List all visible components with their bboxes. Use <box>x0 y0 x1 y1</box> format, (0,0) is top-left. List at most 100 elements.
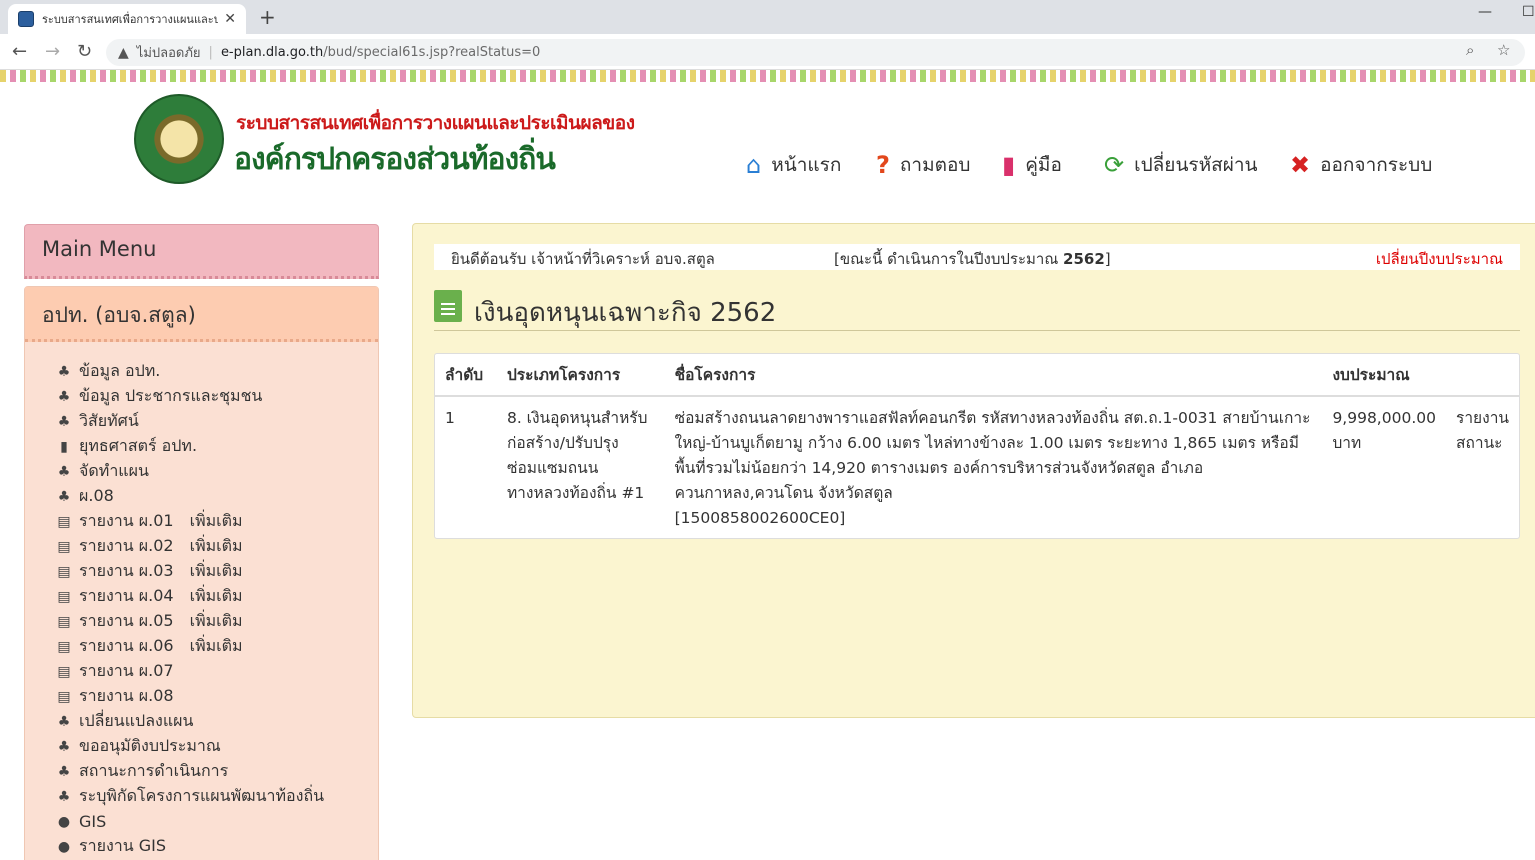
sidebar-item[interactable]: ▤ รายงาน ผ.02 เพิ่มเติม <box>53 534 378 559</box>
sidebar-item-label: รายงาน ผ.04 <box>79 586 174 605</box>
nav-manual[interactable]: ▮ คู่มือ <box>1002 150 1062 180</box>
sidebar-item[interactable]: ♣ ระบุพิกัดโครงการแผนพัฒนาท้องถิ่น <box>53 784 378 809</box>
sidebar-more-link[interactable]: เพิ่มเติม <box>190 634 243 659</box>
sidebar-item-label: ระบุพิกัดโครงการแผนพัฒนาท้องถิ่น <box>79 786 325 805</box>
welcome-text: ยินดีต้อนรับ เจ้าหน้าที่วิเคราะห์ อบจ.สต… <box>451 250 715 268</box>
site-favicon-icon <box>18 11 34 27</box>
tab-title: ระบบสารสนเทศเพื่อการวางแผนและประ <box>42 13 219 26</box>
url-domain: e-plan.dla.go.th <box>220 45 324 60</box>
sidebar-item[interactable]: ● GIS <box>53 809 378 834</box>
minimize-icon[interactable]: — <box>1478 4 1492 20</box>
sidebar-item[interactable]: ▤ รายงาน ผ.05 เพิ่มเติม <box>53 609 378 634</box>
sidebar-more-link[interactable]: เพิ่มเติม <box>190 559 243 584</box>
file-icon: ▤ <box>57 538 71 555</box>
reload-icon[interactable]: ↻ <box>77 41 92 62</box>
url-separator: | <box>208 45 213 60</box>
fiscal-year: 2562 <box>1063 250 1105 268</box>
sidebar-item-label: รายงาน ผ.02 <box>79 536 174 555</box>
main-menu-header[interactable]: Main Menu <box>24 224 379 279</box>
question-icon: ? <box>876 151 890 179</box>
sidebar-item[interactable]: ▤ รายงาน ผ.08 <box>53 684 378 709</box>
zoom-icon[interactable]: ⌕ <box>1466 41 1474 59</box>
sidebar-item[interactable]: ▤ รายงาน ผ.06 เพิ่มเติม <box>53 634 378 659</box>
nav-change-password[interactable]: ⟳ เปลี่ยนรหัสผ่าน <box>1104 150 1258 180</box>
new-tab-button[interactable]: + <box>259 5 276 29</box>
sidebar-item[interactable]: ♣ ขออนุมัติงบประมาณ <box>53 734 378 759</box>
org-menu-title[interactable]: อปท. (อบจ.สตูล) <box>25 287 378 342</box>
cell-type: 8. เงินอุดหนุนสำหรับก่อสร้าง/ปรับปรุง ซ่… <box>506 409 648 502</box>
sidebar-item-label: ยุทธศาสตร์ อปท. <box>79 436 198 455</box>
file-icon: ▤ <box>57 638 71 655</box>
sidebar-item[interactable]: ♣ วิสัยทัศน์ <box>53 409 378 434</box>
sidebar-item[interactable]: ♣ เปลี่ยนแปลงแผน <box>53 709 378 734</box>
refresh-icon: ⟳ <box>1104 151 1125 179</box>
nav-faq[interactable]: ? ถามตอบ <box>876 150 970 180</box>
col-header-type: ประเภทโครงการ <box>496 354 665 397</box>
sitemap-icon: ♣ <box>57 363 71 380</box>
fiscal-year-text: [ขณะนี้ ดำเนินการในปีงบประมาณ 2562] <box>834 250 1111 268</box>
sitemap-icon: ♣ <box>57 488 71 505</box>
sidebar-item-label: เปลี่ยนแปลงแผน <box>79 711 194 730</box>
sidebar-item[interactable]: ♣ ข้อมูล อปท. <box>53 359 378 384</box>
sidebar-item[interactable]: ▤ รายงาน ผ.07 <box>53 659 378 684</box>
sidebar-item[interactable]: ▤ รายงาน ผ.01 เพิ่มเติม <box>53 509 378 534</box>
sidebar-more-link[interactable]: เพิ่มเติม <box>190 534 243 559</box>
back-icon[interactable]: ← <box>12 41 27 62</box>
forward-icon[interactable]: → <box>45 41 60 62</box>
url-field[interactable]: ▲ ไม่ปลอดภัย | e-plan.dla.go.th /bud/spe… <box>106 39 1525 66</box>
sidebar-item-label: รายงาน ผ.01 <box>79 511 174 530</box>
security-label[interactable]: ไม่ปลอดภัย <box>137 42 201 63</box>
warning-icon[interactable]: ▲ <box>118 45 129 61</box>
site-title-line1: ระบบสารสนเทศเพื่อการวางแผนและประเมินผลขอ… <box>236 112 635 134</box>
site-title-line2: องค์กรปกครองส่วนท้องถิ่น <box>234 142 556 177</box>
sidebar-more-link[interactable]: เพิ่มเติม <box>190 609 243 634</box>
file-icon: ▤ <box>57 663 71 680</box>
dla-logo <box>134 94 224 184</box>
address-bar: ← → ↻ ▲ ไม่ปลอดภัย | e-plan.dla.go.th /b… <box>0 34 1535 70</box>
sidebar-item-label: รายงาน ผ.08 <box>79 686 174 705</box>
close-icon: ✖ <box>1290 151 1311 179</box>
sitemap-icon: ♣ <box>57 463 71 480</box>
status-report-link[interactable]: รายงานสถานะ <box>1446 396 1519 540</box>
project-code: [1500858002600CE0] <box>674 509 846 527</box>
file-icon: ▤ <box>57 588 71 605</box>
sidebar-more-link[interactable]: เพิ่มเติม <box>190 584 243 609</box>
maximize-icon[interactable]: ☐ <box>1522 4 1535 20</box>
sidebar-item-label: จัดทำแผน <box>79 461 149 480</box>
sidebar-item-label: GIS <box>79 812 107 831</box>
sidebar-item[interactable]: ♣ ข้อมูล ประชากรและชุมชน <box>53 384 378 409</box>
file-icon: ▤ <box>57 613 71 630</box>
sidebar-item[interactable]: ▤ รายงาน ผ.04 เพิ่มเติม <box>53 584 378 609</box>
browser-tab[interactable]: ระบบสารสนเทศเพื่อการวางแผนและประ ✕ <box>8 4 246 34</box>
sitemap-icon: ♣ <box>57 713 71 730</box>
change-year-link[interactable]: เปลี่ยนปีงบประมาณ <box>1376 247 1503 271</box>
org-menu-panel: อปท. (อบจ.สตูล) ♣ ข้อมูล อปท. ♣ ข้อมูล ประช… <box>24 286 379 860</box>
sidebar-item[interactable]: ♣ จัดทำแผน <box>53 459 378 484</box>
sidebar-item-label: ขออนุมัติงบประมาณ <box>79 736 221 755</box>
sidebar-more-link[interactable]: เพิ่มเติม <box>190 509 243 534</box>
project-table: ลำดับ ประเภทโครงการ ชื่อโครงการ งบประมาณ… <box>435 354 1519 540</box>
project-name: ซ่อมสร้างถนนลาดยางพาราแอสฟัลท์คอนกรีต รห… <box>674 409 1311 502</box>
sidebar-item[interactable]: ♣ ผ.08 <box>53 484 378 509</box>
sidebar-item[interactable]: ● รายงาน GIS <box>53 834 378 859</box>
book-icon: ▮ <box>1002 151 1016 179</box>
col-header-action <box>1446 354 1519 397</box>
document-icon <box>434 290 462 322</box>
cell-name: ซ่อมสร้างถนนลาดยางพาราแอสฟัลท์คอนกรีต รห… <box>665 396 1323 540</box>
nav-home[interactable]: ⌂ หน้าแรก <box>746 150 841 180</box>
tab-close-icon[interactable]: ✕ <box>224 11 236 27</box>
file-icon: ▤ <box>57 513 71 530</box>
bookmark-star-icon[interactable]: ☆ <box>1497 41 1510 59</box>
sidebar-item[interactable]: ▤ รายงาน ผ.03 เพิ่มเติม <box>53 559 378 584</box>
decorative-strip <box>0 70 1535 82</box>
bookmark-icon: ▮ <box>60 438 68 455</box>
nav-change-password-label: เปลี่ยนรหัสผ่าน <box>1134 154 1258 176</box>
sidebar-item-label: รายงาน ผ.05 <box>79 611 174 630</box>
sidebar-item[interactable]: ♣ สถานะการดำเนินการ <box>53 759 378 784</box>
table-row: 1 8. เงินอุดหนุนสำหรับก่อสร้าง/ปรับปรุง … <box>435 396 1519 540</box>
nav-logout[interactable]: ✖ ออกจากระบบ <box>1290 150 1432 180</box>
sidebar-item[interactable]: ▮ ยุทธศาสตร์ อปท. <box>53 434 378 459</box>
project-table-container: ลำดับ ประเภทโครงการ ชื่อโครงการ งบประมาณ… <box>434 353 1520 539</box>
table-header-row: ลำดับ ประเภทโครงการ ชื่อโครงการ งบประมาณ <box>435 354 1519 397</box>
cell-budget: 9,998,000.00 บาท <box>1332 409 1436 452</box>
